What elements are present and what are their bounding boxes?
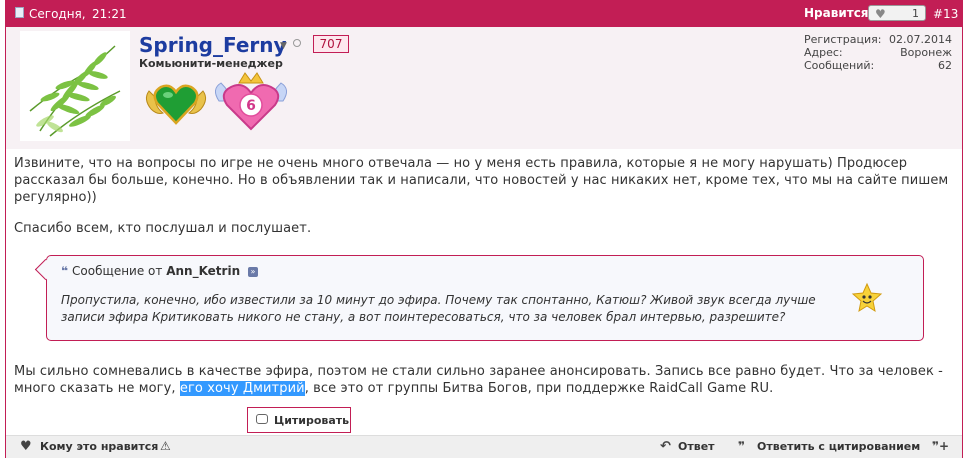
messages-label: Сообщений: [804, 59, 875, 72]
green-heart-award-icon [145, 84, 207, 125]
like-label: Нравится: [804, 6, 874, 20]
heart-icon: ♥ [875, 7, 886, 21]
document-icon [15, 7, 24, 18]
pink-heart-award-icon: 6 [215, 72, 287, 131]
quote-reply-icon: ❞ [738, 439, 746, 453]
address-value: Воронеж [900, 46, 952, 59]
quote-text: Пропустила, конечно, ибо известили за 10… [61, 293, 816, 324]
registration-value: 02.07.2014 [889, 33, 952, 46]
report-warning-icon[interactable]: ⚠ [160, 439, 171, 453]
address-label: Адрес: [804, 46, 843, 59]
like-count: 1 [912, 7, 919, 20]
post-header: Сегодня, 21:21 Нравится: ♥ 1 #13 [6, 1, 962, 27]
post-paragraph-1: Извините, что на вопросы по игре не очен… [14, 156, 949, 205]
quote-block: ❝ Сообщение от Ann_Ketrin » Пропустила, к… [34, 255, 924, 341]
cite-button-label: Цитировать [274, 414, 350, 427]
quote-prefix: Сообщение от [72, 264, 163, 278]
heart-icon: ♥ [20, 439, 32, 454]
multi-quote-icon[interactable]: ❞+ [932, 439, 949, 453]
avatar[interactable] [20, 31, 130, 141]
reply-link[interactable]: Ответ [678, 440, 715, 453]
reply-with-quote-link[interactable]: Ответить с цитированием [757, 440, 920, 453]
registration-label: Регистрация: [804, 33, 882, 46]
offline-status-icon [293, 39, 301, 47]
post-paragraph-2: Спасибо всем, кто послушал и послушает. [14, 221, 312, 236]
post-paragraph-3: Мы сильно сомневались в качестве эфира, … [14, 364, 943, 396]
quote-author: Ann_Ketrin [166, 264, 241, 278]
reply-arrow-icon: ↶ [660, 439, 671, 454]
star-smiley-icon [851, 282, 883, 313]
messages-value: 62 [938, 59, 952, 72]
svg-text:6: 6 [246, 98, 256, 114]
post-time: 21:21 [92, 7, 127, 21]
quote-notch [34, 258, 57, 281]
user-menu-caret-icon[interactable]: ▼ [280, 41, 287, 51]
post-footer: ♥ Кому это нравится ⚠ ↶ Ответ ❞ Ответить… [6, 435, 962, 458]
selected-text[interactable]: его хочу Дмитрий [179, 381, 305, 396]
quote-header: ❝ Сообщение от Ann_Ketrin » [61, 264, 258, 278]
speech-bubble-icon [256, 414, 268, 424]
quote-marks-icon: ❝ [61, 264, 69, 278]
cite-button[interactable]: Цитировать [247, 407, 351, 433]
reputation-badge: 707 [313, 35, 349, 53]
username-link[interactable]: Spring_Ferny [139, 33, 287, 57]
who-likes-link[interactable]: Кому это нравится [40, 440, 158, 453]
user-info-bar: Spring_Ferny ▼ 707 Комьюнити-менеджер 6 … [6, 27, 962, 149]
forum-post: Сегодня, 21:21 Нравится: ♥ 1 #13 Spring_… [5, 0, 963, 458]
view-post-arrow-icon[interactable]: » [247, 266, 258, 277]
user-title: Комьюнити-менеджер [139, 57, 283, 70]
like-counter-button[interactable]: ♥ 1 [868, 5, 926, 21]
post-date: Сегодня, [29, 7, 86, 21]
post-number-link[interactable]: #13 [933, 7, 958, 21]
